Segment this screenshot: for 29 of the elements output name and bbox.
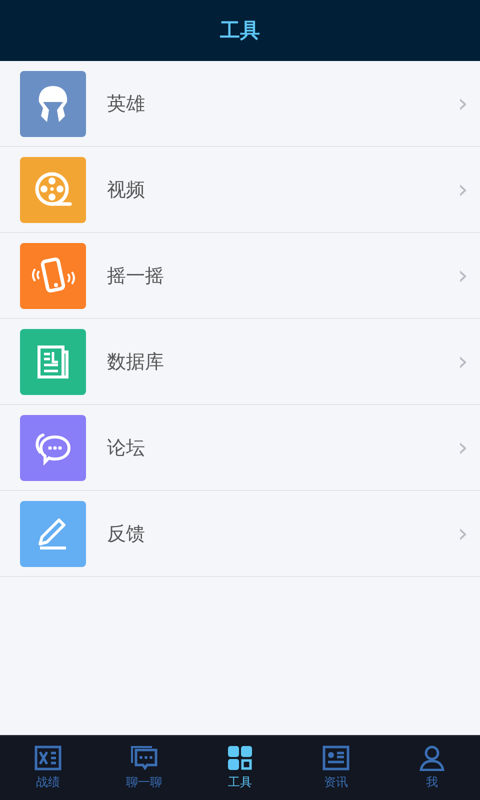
tab[interactable]: 战绩 <box>0 736 96 800</box>
item-label: 英雄 <box>107 92 146 116</box>
scoreboard-icon <box>34 745 62 771</box>
page-title: 工具 <box>220 17 260 44</box>
tab[interactable]: 工具 <box>192 736 288 800</box>
menu-item[interactable]: 英雄 › <box>0 61 480 147</box>
grid-icon <box>226 745 254 771</box>
menu-item[interactable]: 论坛 › <box>0 405 480 491</box>
tab[interactable]: 我 <box>384 736 480 800</box>
tab[interactable]: 资讯 <box>288 736 384 800</box>
menu-item[interactable]: 视频 › <box>0 147 480 233</box>
item-label: 视频 <box>107 178 146 202</box>
item-label: 论坛 <box>107 436 146 460</box>
menu-item[interactable]: 摇一摇 › <box>0 233 480 319</box>
chevron: › <box>458 520 468 546</box>
menu-item[interactable]: 反馈 › <box>0 491 480 577</box>
person-icon <box>418 745 446 771</box>
chevron: › <box>458 262 468 288</box>
chat-icon <box>130 745 158 771</box>
menu-item[interactable]: 数据库 › <box>0 319 480 405</box>
item-label: 数据库 <box>107 350 165 374</box>
tab[interactable]: 聊一聊 <box>96 736 192 800</box>
item-label: 反馈 <box>107 522 146 546</box>
chevron: › <box>458 176 468 202</box>
item-label: 摇一摇 <box>107 264 165 288</box>
news-card-icon <box>322 745 350 771</box>
chevron: › <box>458 348 468 374</box>
chevron: › <box>458 90 468 116</box>
chevron: › <box>458 434 468 460</box>
